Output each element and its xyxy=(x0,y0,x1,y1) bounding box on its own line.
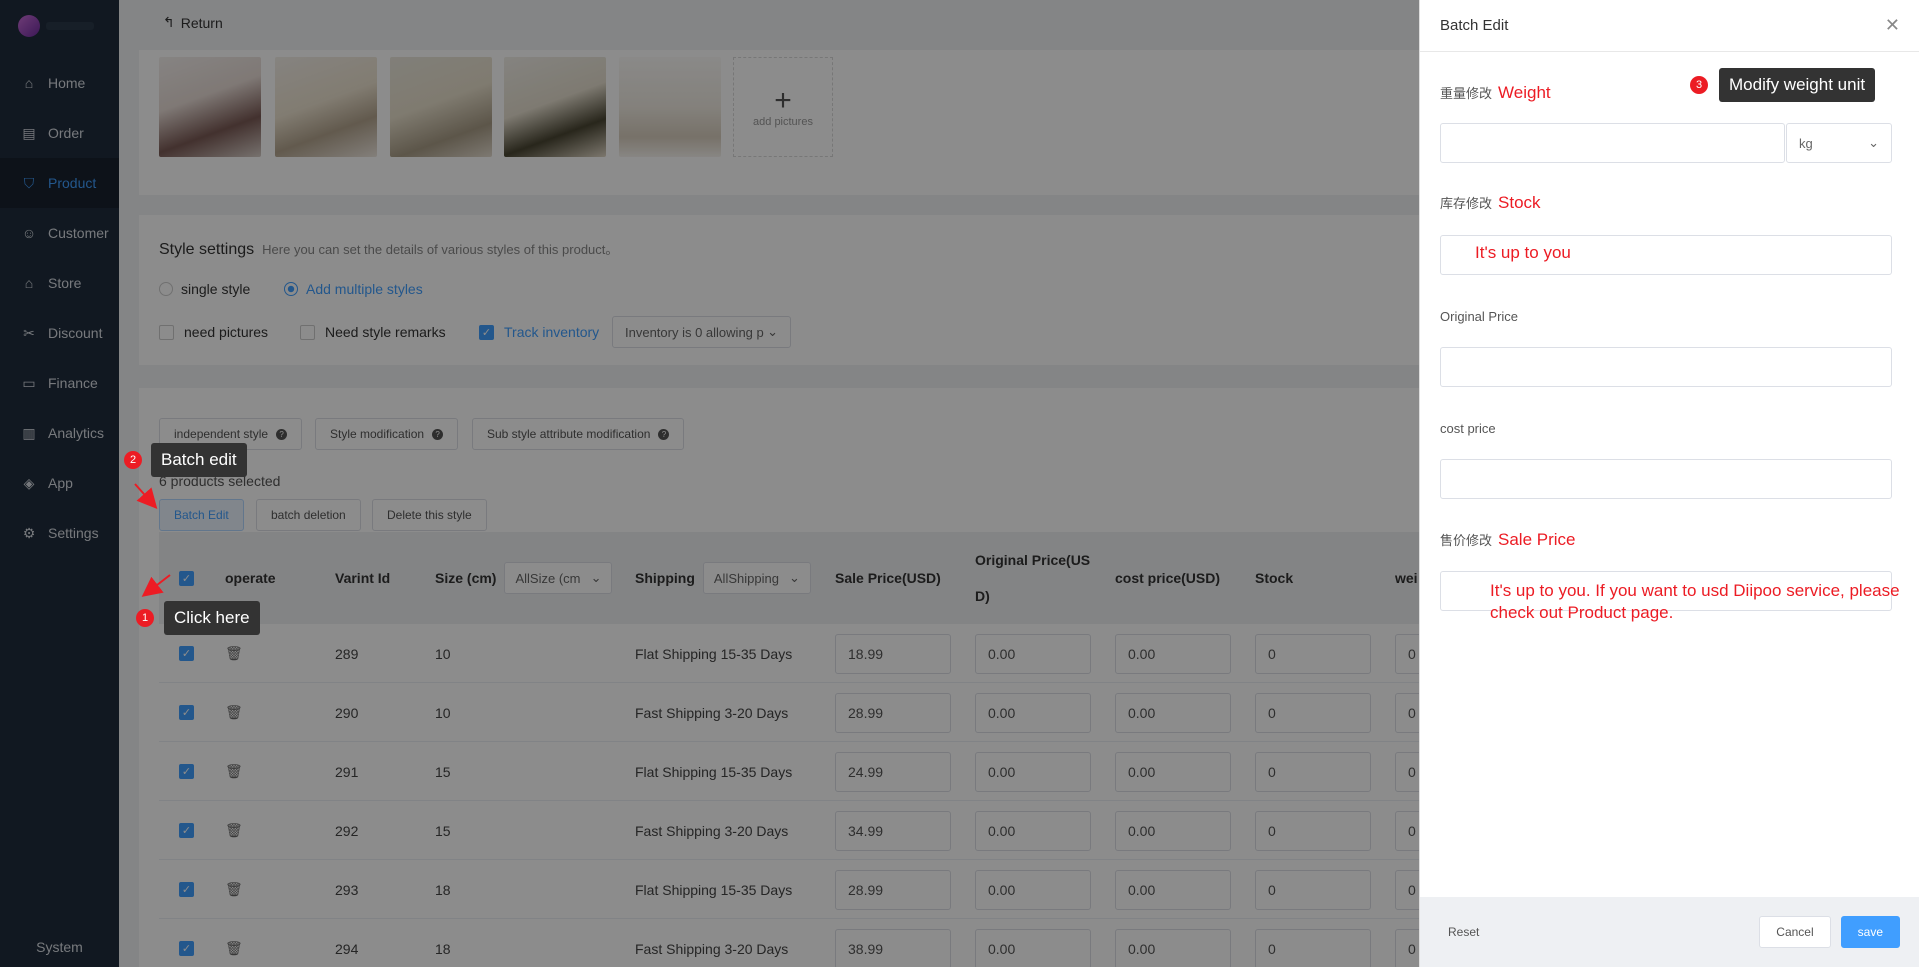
annotation-badge-1: 1 xyxy=(136,609,154,627)
batch-edit-drawer: Batch Edit ✕ 重量修改 Weight kg ⌄ 库存修改 Stock… xyxy=(1419,0,1919,967)
weight-unit-select[interactable]: kg ⌄ xyxy=(1786,123,1892,163)
stock-hint: It's up to you xyxy=(1475,243,1571,262)
stock-note: Stock xyxy=(1498,193,1541,212)
sale-hint: It's up to you. If you want to usd Diipo… xyxy=(1490,580,1910,624)
stock-field-label: 库存修改 Stock xyxy=(1440,193,1541,213)
close-icon[interactable]: ✕ xyxy=(1885,15,1900,36)
weight-unit-value: kg xyxy=(1799,135,1813,151)
weight-input[interactable] xyxy=(1440,123,1785,163)
annotation-badge-2: 2 xyxy=(124,451,142,469)
stock-label: 库存修改 xyxy=(1440,196,1493,211)
cancel-button[interactable]: Cancel xyxy=(1759,916,1831,948)
cost-price-label: cost price xyxy=(1440,421,1496,436)
reset-button[interactable]: Reset xyxy=(1448,925,1479,939)
cost-price-text: cost price xyxy=(1440,421,1496,436)
cost-price-input[interactable] xyxy=(1440,459,1892,499)
weight-field-label: 重量修改 Weight xyxy=(1440,83,1551,103)
chevron-down-icon: ⌄ xyxy=(1868,135,1879,150)
annotation-badge-3: 3 xyxy=(1690,76,1708,94)
original-price-text: Original Price xyxy=(1440,309,1519,324)
save-button[interactable]: save xyxy=(1840,916,1900,948)
drawer-title: Batch Edit xyxy=(1440,17,1509,34)
sale-note: Sale Price xyxy=(1498,530,1576,549)
weight-label: 重量修改 xyxy=(1440,86,1493,101)
sale-price-field-label: 售价修改 Sale Price xyxy=(1440,530,1576,550)
sale-hint-line-1: It's up to you. If you want to usd Diipo… xyxy=(1490,581,1900,600)
drawer-footer: Reset Cancel save xyxy=(1420,897,1919,967)
annotation-batch-edit: Batch edit xyxy=(151,443,247,477)
modal-overlay[interactable] xyxy=(0,0,1419,967)
sale-price-label: 售价修改 xyxy=(1440,533,1493,548)
original-price-label: Original Price xyxy=(1440,309,1518,324)
annotation-modify-weight: Modify weight unit xyxy=(1719,68,1876,102)
drawer-header: Batch Edit ✕ xyxy=(1420,0,1919,52)
weight-note: Weight xyxy=(1498,83,1551,102)
footer-actions: Cancel save xyxy=(1759,916,1900,948)
sale-hint-line-2: check out Product page. xyxy=(1490,603,1674,622)
annotation-click-here: Click here xyxy=(164,601,260,635)
original-price-input[interactable] xyxy=(1440,347,1892,387)
